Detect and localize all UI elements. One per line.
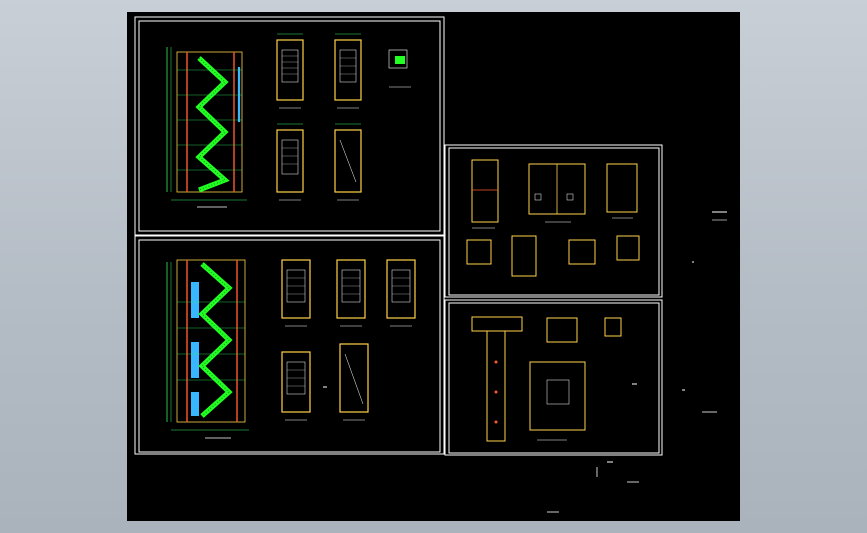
- frame-bottom-left: [134, 235, 445, 455]
- stair-section-2: [166, 259, 249, 439]
- stair-plans-1: [276, 33, 411, 201]
- drawing-sheet: [134, 16, 727, 513]
- frame-bottom-right: [444, 299, 663, 456]
- drawing-canvas[interactable]: [127, 12, 740, 521]
- stair-plans-2: [281, 259, 416, 421]
- inner-frame-top-left: [138, 20, 441, 232]
- stair-section-1: [166, 47, 247, 208]
- detail-plans: [471, 316, 622, 442]
- frame-top-right: [444, 144, 663, 298]
- cad-viewer: [0, 0, 867, 533]
- toilet-plans: [466, 159, 640, 277]
